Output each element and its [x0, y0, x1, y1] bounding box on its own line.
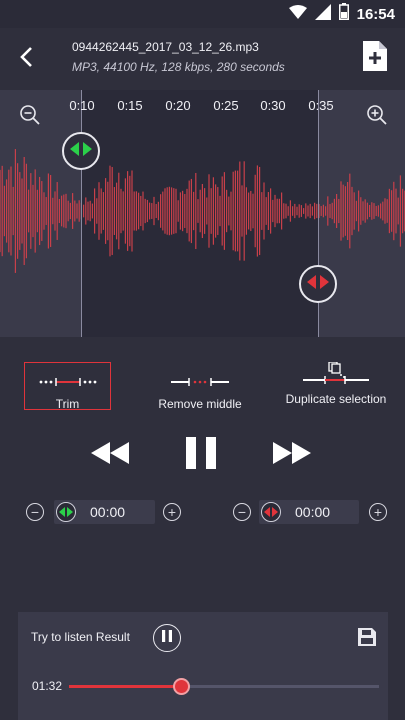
- waveform: [0, 149, 405, 273]
- fast-forward-icon: [273, 441, 311, 469]
- tick-label: 0:10: [69, 98, 95, 113]
- signal-icon: [314, 3, 331, 25]
- red-arrows-icon: [307, 274, 329, 294]
- result-panel: Try to listen Result 01:32: [18, 612, 388, 720]
- edit-modes: Trim Remove middle Duplicate selection: [0, 361, 405, 411]
- start-time-editor: − 00:00 +: [26, 499, 181, 525]
- timeline: 0:10 0:15 0:20 0:25 0:30 0:35: [0, 90, 405, 120]
- save-button[interactable]: [358, 628, 376, 646]
- selection-start-handle[interactable]: [62, 132, 100, 170]
- trim-icon: [39, 373, 97, 391]
- end-time-field[interactable]: 00:00: [259, 500, 359, 524]
- result-seek-bar[interactable]: [69, 678, 379, 695]
- selection-start-line: [81, 90, 82, 337]
- start-time-increase-button[interactable]: +: [163, 503, 181, 521]
- add-file-button[interactable]: [363, 41, 387, 71]
- pause-icon: [186, 436, 216, 474]
- waveform-area[interactable]: 0:10 0:15 0:20 0:25 0:30 0:35: [0, 90, 405, 337]
- fast-forward-button[interactable]: [272, 437, 312, 473]
- duplicate-selection-mode-button[interactable]: Duplicate selection: [276, 361, 396, 410]
- start-time-decrease-button[interactable]: −: [26, 503, 44, 521]
- back-arrow-icon: [19, 46, 33, 73]
- start-time-field[interactable]: 00:00: [54, 500, 155, 524]
- tick-label: 0:35: [308, 98, 334, 113]
- end-time-value: 00:00: [295, 504, 331, 520]
- end-marker-icon: [261, 502, 281, 522]
- wifi-icon: [288, 4, 307, 24]
- plus-icon: +: [373, 504, 383, 520]
- file-name: 0944262445_2017_03_12_26.mp3: [72, 40, 259, 54]
- pause-icon: [162, 629, 172, 647]
- trim-label: Trim: [55, 397, 80, 411]
- battery-icon: [338, 3, 349, 25]
- seek-progress: [69, 685, 181, 688]
- start-marker-icon: [56, 502, 76, 522]
- selection-end-handle[interactable]: [299, 265, 337, 303]
- rewind-button[interactable]: [90, 437, 130, 473]
- tick-label: 0:30: [260, 98, 286, 113]
- file-meta: MP3, 44100 Hz, 128 kbps, 280 seconds: [72, 60, 285, 74]
- pause-button[interactable]: [185, 436, 217, 474]
- zoom-out-icon: [19, 105, 41, 130]
- status-time: 16:54: [356, 5, 395, 23]
- start-time-value: 00:00: [90, 504, 126, 520]
- plus-icon: +: [167, 504, 177, 520]
- minus-icon: −: [30, 504, 40, 520]
- end-time-decrease-button[interactable]: −: [233, 503, 251, 521]
- zoom-in-icon: [366, 105, 388, 130]
- tick-label: 0:15: [117, 98, 143, 113]
- add-file-icon: [363, 41, 387, 75]
- header: 0944262445_2017_03_12_26.mp3 MP3, 44100 …: [0, 28, 405, 90]
- result-pause-button[interactable]: [153, 624, 181, 652]
- tick-label: 0:25: [213, 98, 239, 113]
- duplicate-selection-icon: [303, 361, 369, 389]
- save-icon: [358, 628, 376, 650]
- remove-middle-mode-button[interactable]: Remove middle: [150, 362, 250, 411]
- seek-knob[interactable]: [172, 678, 190, 695]
- remove-middle-icon: [171, 373, 229, 391]
- end-time-increase-button[interactable]: +: [369, 503, 387, 521]
- back-button[interactable]: [12, 42, 40, 76]
- result-current-time: 01:32: [32, 679, 63, 693]
- remove-middle-label: Remove middle: [158, 397, 242, 411]
- end-time-editor: − 00:00 +: [233, 499, 387, 525]
- rewind-icon: [91, 441, 129, 469]
- result-title: Try to listen Result: [31, 630, 130, 644]
- status-bar: 16:54: [0, 0, 405, 28]
- minus-icon: −: [237, 504, 247, 520]
- zoom-in-button[interactable]: [366, 104, 388, 126]
- trim-mode-button[interactable]: Trim: [24, 362, 111, 411]
- green-arrows-icon: [70, 141, 92, 161]
- tick-label: 0:20: [165, 98, 191, 113]
- duplicate-selection-label: Duplicate selection: [285, 392, 387, 406]
- zoom-out-button[interactable]: [19, 104, 41, 126]
